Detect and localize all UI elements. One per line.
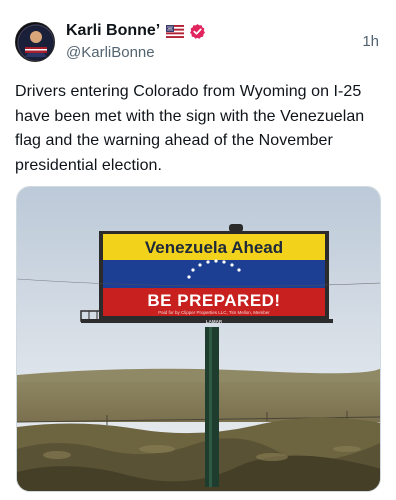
billboard-vendor: LAMAR — [206, 319, 223, 324]
billboard-warning: BE PREPARED! — [147, 291, 280, 310]
post-timestamp[interactable]: 1h — [362, 33, 379, 50]
verified-badge-icon[interactable] — [189, 23, 206, 40]
us-flag-icon — [166, 24, 185, 38]
billboard-fine-print: Paid for by Clipper Properties LLC, Tim … — [158, 310, 270, 315]
billboard-headline: Venezuela Ahead — [145, 238, 283, 257]
flag-blue-stripe — [103, 260, 325, 288]
post-card[interactable]: Karli Bonne’ @KarliBonne 1h Drivers ente… — [0, 0, 396, 500]
author-avatar[interactable] — [15, 22, 55, 62]
post-body: Drivers entering Colorado from Wyoming o… — [15, 83, 365, 174]
post-photo[interactable]: Venezuela Ahead BE PREPARED! Paid for by… — [16, 186, 381, 492]
author-name[interactable]: Karli Bonne’ — [66, 22, 160, 40]
author-row: Karli Bonne’ — [66, 20, 206, 42]
author-handle[interactable]: @KarliBonne — [66, 44, 155, 61]
